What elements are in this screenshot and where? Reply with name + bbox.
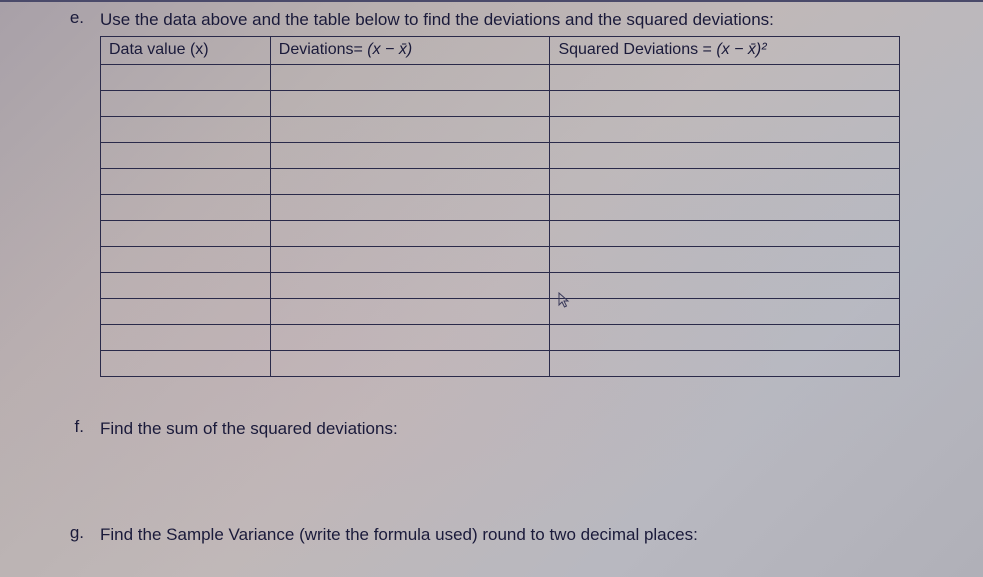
header-data-value: Data value (x) [101, 36, 271, 64]
table-body [101, 64, 900, 376]
cell-dev[interactable] [270, 64, 550, 90]
question-g-text: Find the Sample Variance (write the form… [100, 523, 698, 547]
cell-dev[interactable] [270, 220, 550, 246]
cell-data[interactable] [101, 64, 271, 90]
cell-data[interactable] [101, 194, 271, 220]
cell-sqdev[interactable] [550, 220, 900, 246]
page-top-border [0, 0, 983, 2]
table-row [101, 324, 900, 350]
cell-data[interactable] [101, 116, 271, 142]
squared-formula: (x − x̄)² [716, 41, 766, 58]
cell-data[interactable] [101, 350, 271, 376]
table-row [101, 272, 900, 298]
table-header-row: Data value (x) Deviations= (x − x̄) Squa… [101, 36, 900, 64]
cell-sqdev[interactable] [550, 90, 900, 116]
cell-dev[interactable] [270, 324, 550, 350]
cell-dev[interactable] [270, 90, 550, 116]
cell-dev[interactable] [270, 246, 550, 272]
cell-sqdev[interactable] [550, 324, 900, 350]
cell-data[interactable] [101, 168, 271, 194]
header-squared-deviations: Squared Deviations = (x − x̄)² [550, 36, 900, 64]
table-row [101, 194, 900, 220]
cell-data[interactable] [101, 142, 271, 168]
question-f-row: f. Find the sum of the squared deviation… [60, 417, 923, 441]
cell-sqdev[interactable] [550, 116, 900, 142]
question-g-row: g. Find the Sample Variance (write the f… [60, 523, 923, 547]
cell-dev[interactable] [270, 142, 550, 168]
table-row [101, 168, 900, 194]
deviations-formula: (x − x̄) [367, 41, 412, 58]
question-g-label: g. [60, 523, 100, 543]
deviations-prefix: Deviations= [279, 41, 368, 58]
cell-sqdev[interactable] [550, 142, 900, 168]
cell-sqdev[interactable] [550, 246, 900, 272]
squared-prefix: Squared Deviations = [558, 41, 716, 58]
cell-sqdev[interactable] [550, 350, 900, 376]
question-f-text: Find the sum of the squared deviations: [100, 417, 398, 441]
spacer [60, 445, 923, 523]
deviations-table-wrapper: Data value (x) Deviations= (x − x̄) Squa… [100, 36, 923, 377]
table-row [101, 90, 900, 116]
table-row [101, 298, 900, 324]
question-e-label: e. [60, 8, 100, 28]
cell-data[interactable] [101, 90, 271, 116]
table-row [101, 350, 900, 376]
table-row [101, 64, 900, 90]
cell-sqdev[interactable] [550, 194, 900, 220]
cell-dev[interactable] [270, 194, 550, 220]
cell-dev[interactable] [270, 350, 550, 376]
cell-sqdev[interactable] [550, 64, 900, 90]
header-deviations: Deviations= (x − x̄) [270, 36, 550, 64]
cell-data[interactable] [101, 298, 271, 324]
cell-dev[interactable] [270, 116, 550, 142]
cell-data[interactable] [101, 220, 271, 246]
deviations-table: Data value (x) Deviations= (x − x̄) Squa… [100, 36, 900, 377]
cell-dev[interactable] [270, 298, 550, 324]
table-row [101, 116, 900, 142]
cell-dev[interactable] [270, 272, 550, 298]
cell-sqdev[interactable] [550, 298, 900, 324]
cell-data[interactable] [101, 324, 271, 350]
table-row [101, 246, 900, 272]
table-row [101, 142, 900, 168]
cell-sqdev[interactable] [550, 272, 900, 298]
cell-data[interactable] [101, 272, 271, 298]
cell-sqdev[interactable] [550, 168, 900, 194]
question-f-label: f. [60, 417, 100, 437]
cell-dev[interactable] [270, 168, 550, 194]
cell-data[interactable] [101, 246, 271, 272]
question-e-row: e. Use the data above and the table belo… [60, 8, 923, 32]
question-e-text: Use the data above and the table below t… [100, 8, 774, 32]
table-row [101, 220, 900, 246]
